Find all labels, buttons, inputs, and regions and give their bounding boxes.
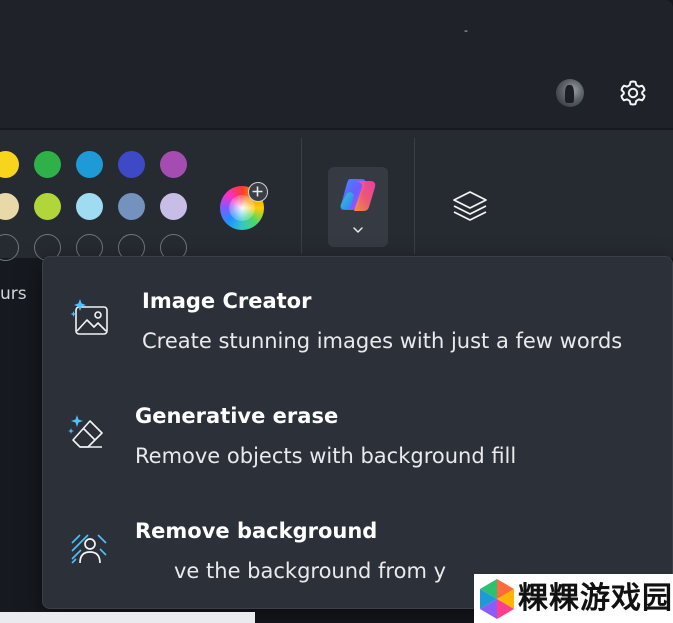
minimize-button[interactable]: - bbox=[464, 24, 469, 38]
eraser-sparkle-icon bbox=[68, 415, 103, 448]
menu-item-description: Remove objects with background fill bbox=[135, 444, 517, 468]
user-avatar[interactable] bbox=[556, 79, 584, 107]
watermark-text: 粿粿游戏园 bbox=[518, 581, 673, 616]
remove-background-icon bbox=[71, 534, 107, 564]
menu-item-title: Generative erase bbox=[135, 404, 339, 428]
title-bar: - bbox=[0, 0, 673, 128]
menu-item-description: ve the background from y bbox=[174, 559, 447, 583]
color-swatch[interactable] bbox=[76, 193, 103, 220]
image-sparkle-icon bbox=[70, 299, 108, 335]
menu-item-title: Image Creator bbox=[142, 289, 312, 313]
toolbar-divider bbox=[414, 138, 415, 254]
menu-item-title: Remove background bbox=[135, 519, 378, 543]
colours-label: urs bbox=[0, 284, 27, 304]
paint-window: - urs Image Creator Create stunning imag… bbox=[0, 0, 673, 623]
background-strip bbox=[0, 612, 255, 623]
toolbar-divider bbox=[301, 138, 302, 254]
chevron-down-icon[interactable] bbox=[350, 224, 366, 236]
color-swatch[interactable] bbox=[34, 151, 61, 178]
add-color-icon[interactable] bbox=[248, 182, 268, 202]
color-swatch[interactable] bbox=[160, 193, 187, 220]
watermark-logo-icon bbox=[480, 579, 514, 619]
menu-item-description: Create stunning images with just a few w… bbox=[142, 329, 623, 353]
color-swatch[interactable] bbox=[118, 151, 145, 178]
copilot-icon bbox=[340, 179, 376, 211]
color-swatch[interactable] bbox=[160, 151, 187, 178]
color-swatch[interactable] bbox=[118, 193, 145, 220]
color-swatch[interactable] bbox=[76, 151, 103, 178]
layers-icon[interactable] bbox=[449, 186, 491, 228]
color-swatch[interactable] bbox=[34, 193, 61, 220]
gear-icon[interactable] bbox=[617, 77, 649, 109]
